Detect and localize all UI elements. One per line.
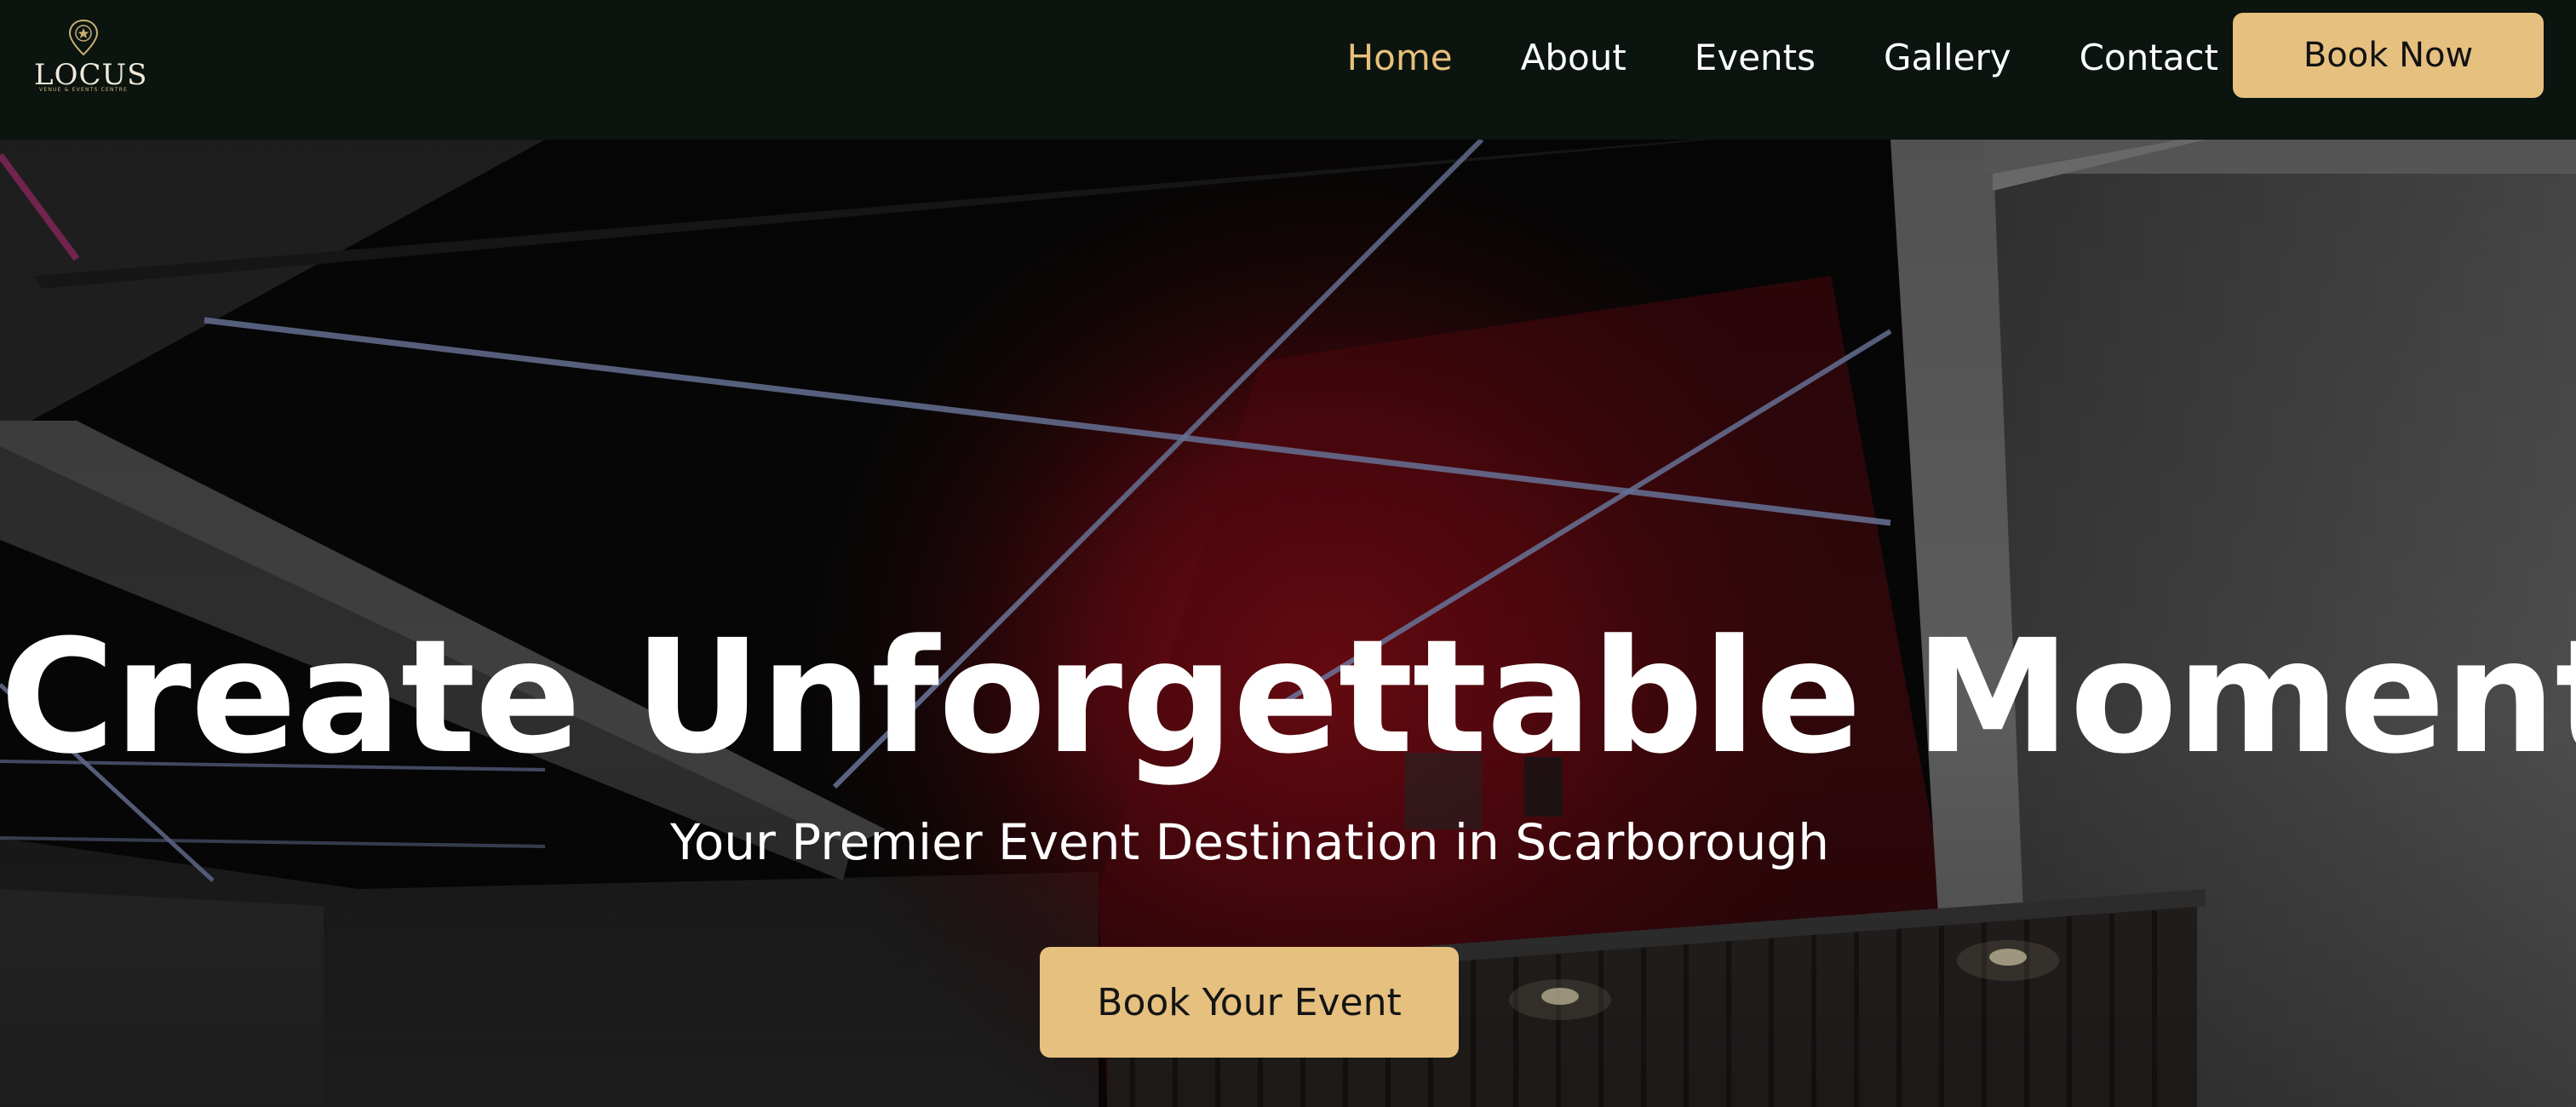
hero-title: Create Unforgettable Moments: [0, 606, 2576, 789]
nav-link-events[interactable]: Events: [1695, 32, 1816, 83]
nav-link-home[interactable]: Home: [1347, 32, 1453, 83]
logo[interactable]: LOCUS VENUE & EVENTS CENTRE: [34, 17, 146, 102]
navbar: LOCUS VENUE & EVENTS CENTRE Home About E…: [0, 0, 2576, 140]
hero-content: Create Unforgettable Moments Your Premie…: [0, 140, 2576, 1107]
nav-link-contact[interactable]: Contact: [2080, 32, 2218, 83]
hero-section: Create Unforgettable Moments Your Premie…: [0, 140, 2576, 1107]
nav-link-about[interactable]: About: [1521, 32, 1626, 83]
page: LOCUS VENUE & EVENTS CENTRE Home About E…: [0, 0, 2576, 1107]
map-pin-star-icon: [68, 19, 99, 56]
book-your-event-button[interactable]: Book Your Event: [1040, 947, 1459, 1058]
hero-subtitle: Your Premier Event Destination in Scarbo…: [670, 813, 1829, 871]
book-now-button[interactable]: Book Now: [2233, 13, 2544, 98]
logo-tagline: VENUE & EVENTS CENTRE: [39, 87, 128, 93]
main-nav: Home About Events Gallery Contact: [1279, 32, 2218, 83]
nav-link-gallery[interactable]: Gallery: [1884, 32, 2011, 83]
